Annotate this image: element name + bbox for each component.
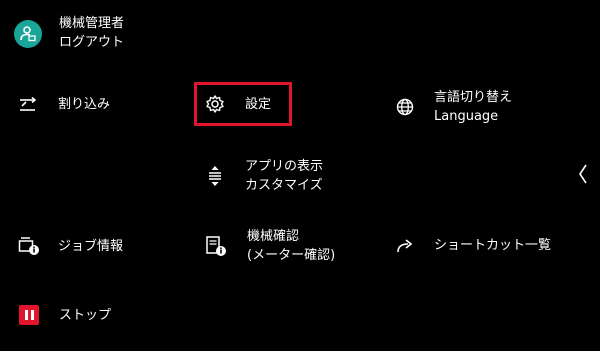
customize-button[interactable]: アプリの表示 カスタマイズ: [206, 157, 323, 195]
sort-arrows-icon: [206, 165, 224, 187]
user-block[interactable]: 機械管理者 ログアウト: [14, 16, 124, 52]
machine-check-button[interactable]: 機械確認 (メーター確認): [205, 227, 335, 265]
interrupt-button[interactable]: 割り込み: [18, 95, 110, 114]
chevron-left-icon[interactable]: [577, 163, 589, 185]
machine-info-icon: [205, 235, 227, 257]
printer-info-icon: [18, 236, 40, 256]
job-info-label: ジョブ情報: [58, 238, 124, 254]
language-label-en: Language: [434, 109, 499, 124]
share-arrow-icon: [396, 238, 414, 254]
user-name: 機械管理者: [59, 16, 125, 31]
settings-button[interactable]: 設定: [205, 94, 271, 114]
pause-icon: [19, 305, 39, 325]
shortcut-list-label: ショートカット一覧: [434, 238, 552, 253]
globe-icon: [396, 98, 414, 116]
language-label: 言語切り替え: [434, 90, 513, 105]
user-monitor-icon: [14, 20, 42, 48]
customize-label-1: アプリの表示: [245, 159, 324, 174]
machine-check-label-2: (メーター確認): [247, 248, 336, 263]
settings-label: 設定: [245, 96, 272, 112]
logout-link[interactable]: ログアウト: [59, 33, 124, 52]
stop-label: ストップ: [59, 307, 112, 323]
gear-icon: [205, 94, 225, 114]
interrupt-icon: [18, 96, 38, 114]
interrupt-label: 割り込み: [58, 97, 111, 112]
job-info-button[interactable]: ジョブ情報: [18, 236, 123, 256]
shortcut-list-button[interactable]: ショートカット一覧: [396, 236, 551, 255]
language-button[interactable]: 言語切り替え Language: [396, 88, 512, 126]
customize-label-2: カスタマイズ: [245, 178, 323, 193]
machine-check-label-1: 機械確認: [247, 229, 300, 244]
stop-button[interactable]: ストップ: [19, 305, 111, 325]
